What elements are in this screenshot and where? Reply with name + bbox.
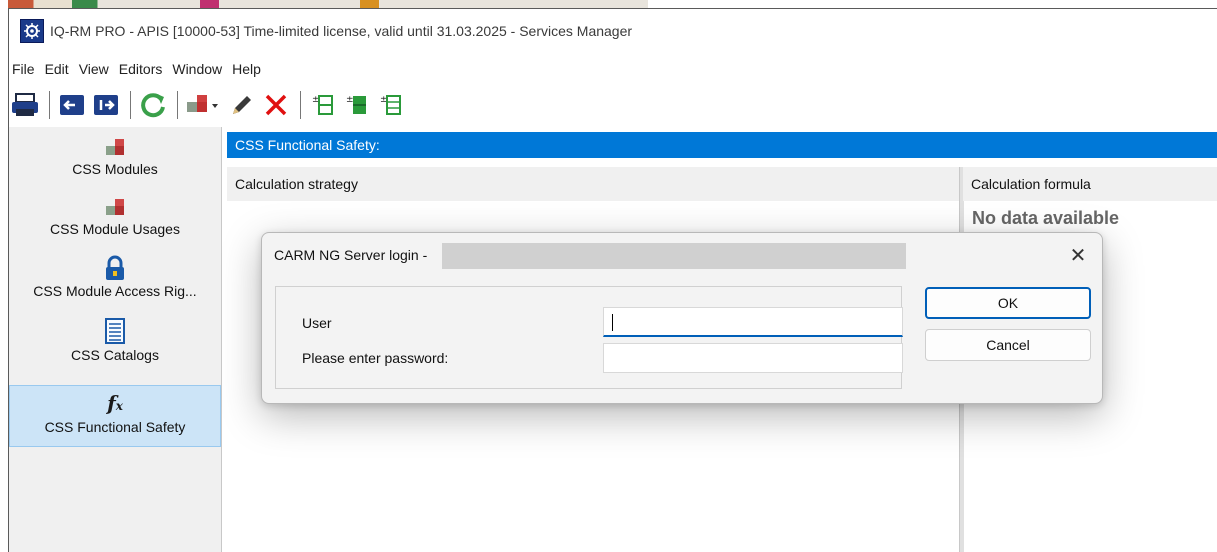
user-input[interactable] [603,307,903,337]
delete-button[interactable] [260,89,292,121]
close-icon: ✕ [1069,244,1087,267]
menu-edit[interactable]: Edit [40,61,74,77]
title-bar: IQ-RM PRO - APIS [10000-53] Time-limited… [9,9,1217,52]
sidebar-item-label: CSS Functional Safety [44,419,186,435]
css-modules-icon [106,139,124,155]
column-header-calculation-strategy[interactable]: Calculation strategy [227,167,959,201]
cancel-button[interactable]: Cancel [925,329,1091,361]
add-row-button[interactable]: ± [307,89,339,121]
ok-button[interactable]: OK [925,287,1091,319]
delete-icon [265,94,287,116]
add-row-green-icon: ± [346,95,366,114]
menu-editors[interactable]: Editors [114,61,168,77]
sidebar: CSS Modules CSS Module Usages CSS Module… [9,127,222,552]
print-icon [12,93,38,116]
column-header-calculation-formula[interactable]: Calculation formula [963,167,1217,201]
redacted-server-name [442,243,906,269]
menu-bar: File Edit View Editors Window Help [9,56,266,82]
toolbar-separator [300,91,301,119]
back-icon [60,95,84,115]
dialog-title: CARM NG Server login - [274,247,428,263]
password-input[interactable] [603,343,903,373]
edit-button[interactable] [226,89,258,121]
user-label: User [302,315,332,331]
new-module-dropdown-icon [187,95,218,112]
css-module-usages-icon [106,199,124,215]
forward-button[interactable] [90,89,122,121]
toolbar: ± ± ± [9,87,409,123]
app-logo-icon [20,18,44,43]
app-window: IQ-RM PRO - APIS [10000-53] Time-limited… [8,8,1217,552]
sidebar-item-label: CSS Modules [72,161,158,177]
toolbar-separator [177,91,178,119]
sidebar-item-css-modules[interactable]: CSS Modules [9,135,221,177]
svg-text:±: ± [346,95,354,105]
password-label: Please enter password: [302,350,449,366]
new-module-dropdown-button[interactable] [184,89,224,121]
lock-icon [106,255,124,280]
sidebar-item-label: CSS Module Access Rig... [33,283,197,299]
forward-icon [94,95,118,115]
text-caret [612,314,613,331]
edit-pencil-icon [233,96,251,114]
back-button[interactable] [56,89,88,121]
sidebar-item-css-module-access-rights[interactable]: CSS Module Access Rig... [9,255,221,299]
refresh-icon [141,93,165,118]
content-header: CSS Functional Safety: [227,132,1217,158]
add-row-icon: ± [312,95,333,115]
desktop-background-strip [8,0,648,8]
sidebar-item-css-module-usages[interactable]: CSS Module Usages [9,195,221,237]
print-button[interactable] [9,89,41,121]
login-dialog: CARM NG Server login - ✕ User Please ent… [261,232,1103,404]
no-data-message: No data available [972,208,1120,228]
window-title: IQ-RM PRO - APIS [10000-53] Time-limited… [50,22,633,39]
function-icon: fx [107,391,123,415]
catalog-icon [105,318,125,344]
sidebar-item-css-catalogs[interactable]: CSS Catalogs [9,317,221,363]
toolbar-separator [49,91,50,119]
toolbar-separator [130,91,131,119]
insert-row-button[interactable]: ± [375,89,407,121]
sidebar-item-label: CSS Module Usages [50,221,180,237]
refresh-button[interactable] [137,89,169,121]
sidebar-item-label: CSS Catalogs [71,347,159,363]
sidebar-item-css-functional-safety[interactable]: fx CSS Functional Safety [9,385,221,447]
add-row-green-button[interactable]: ± [341,89,373,121]
close-button[interactable]: ✕ [1064,241,1092,269]
menu-window[interactable]: Window [167,61,227,77]
menu-help[interactable]: Help [227,61,266,77]
menu-view[interactable]: View [74,61,114,77]
menu-file[interactable]: File [9,61,40,77]
insert-row-icon: ± [380,95,401,115]
credentials-group: User Please enter password: [275,286,903,389]
